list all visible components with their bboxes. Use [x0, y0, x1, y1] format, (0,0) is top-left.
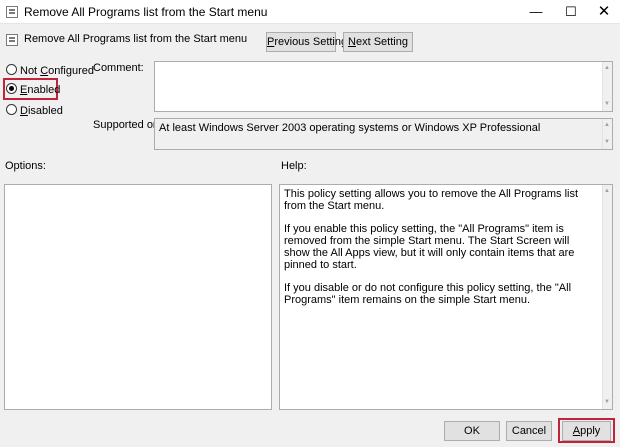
- radio-not-configured-label: Not Configured: [20, 65, 95, 77]
- previous-setting-button[interactable]: Previous Setting: [266, 32, 347, 52]
- supported-on-scrollbar[interactable]: ▲ ▼: [602, 119, 612, 149]
- radio-enabled-label: Enabled: [20, 84, 61, 96]
- help-paragraph: If you disable or do not configure this …: [284, 282, 572, 306]
- next-setting-button[interactable]: Next Setting: [343, 32, 413, 52]
- radio-enabled[interactable]: Enabled: [6, 83, 60, 99]
- comment-textarea[interactable]: ▲ ▼: [154, 61, 613, 112]
- scroll-up-icon[interactable]: ▲: [604, 122, 610, 129]
- help-panel: This policy setting allows you to remove…: [279, 184, 613, 410]
- title-bar: Remove All Programs list from the Start …: [0, 0, 620, 24]
- help-text: This policy setting allows you to remove…: [284, 188, 596, 317]
- apply-button[interactable]: Apply: [562, 421, 611, 441]
- options-label: Options:: [5, 160, 46, 172]
- radio-not-configured-indicator[interactable]: [6, 64, 17, 75]
- minimize-icon[interactable]: —: [520, 0, 552, 24]
- policy-name: Remove All Programs list from the Start …: [24, 33, 248, 45]
- supported-on-field: At least Windows Server 2003 operating s…: [154, 118, 613, 150]
- help-label: Help:: [281, 160, 307, 172]
- help-paragraph: This policy setting allows you to remove…: [284, 188, 579, 212]
- options-panel: [4, 184, 272, 410]
- scroll-down-icon[interactable]: ▼: [604, 399, 610, 406]
- radio-enabled-indicator[interactable]: [6, 83, 17, 94]
- comment-label: Comment:: [93, 62, 144, 74]
- supported-on-value: At least Windows Server 2003 operating s…: [159, 122, 541, 134]
- scroll-up-icon[interactable]: ▲: [604, 65, 610, 72]
- comment-scrollbar[interactable]: ▲ ▼: [602, 62, 612, 111]
- ok-button[interactable]: OK: [444, 421, 500, 441]
- radio-disabled-indicator[interactable]: [6, 104, 17, 115]
- cancel-button[interactable]: Cancel: [506, 421, 552, 441]
- supported-on-label: Supported on:: [93, 119, 163, 131]
- scroll-down-icon[interactable]: ▼: [604, 101, 610, 108]
- close-icon[interactable]: ✕: [588, 0, 620, 24]
- radio-disabled-label: Disabled: [20, 105, 63, 117]
- scroll-down-icon[interactable]: ▼: [604, 139, 610, 146]
- radio-disabled[interactable]: Disabled: [6, 104, 63, 120]
- scroll-up-icon[interactable]: ▲: [604, 188, 610, 195]
- maximize-icon[interactable]: ☐: [555, 0, 587, 24]
- help-scrollbar[interactable]: ▲ ▼: [602, 185, 612, 409]
- policy-setting-icon: [6, 34, 18, 46]
- help-paragraph: If you enable this policy setting, the "…: [284, 223, 575, 271]
- window-title: Remove All Programs list from the Start …: [24, 5, 268, 19]
- policy-setting-icon: [6, 6, 18, 18]
